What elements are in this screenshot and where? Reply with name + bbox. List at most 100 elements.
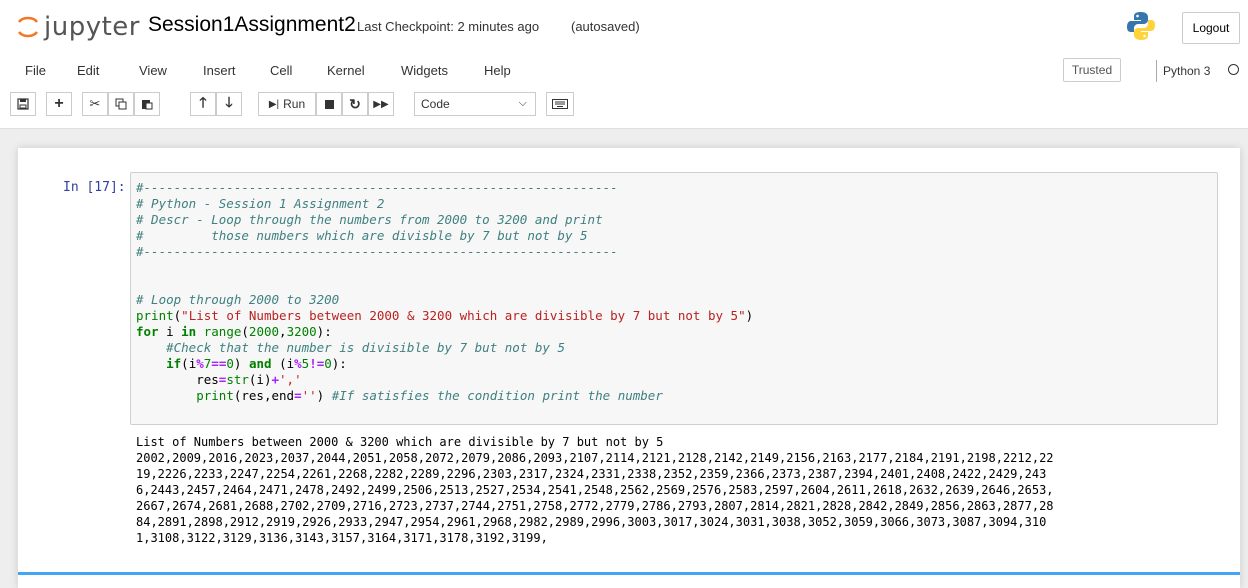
token-eq: == — [211, 356, 227, 371]
trusted-indicator[interactable]: Trusted — [1063, 58, 1121, 82]
input-prompt: In [17]: — [63, 180, 126, 195]
copy-button[interactable] — [108, 92, 134, 116]
token-print: print — [136, 308, 174, 323]
token-var: i — [158, 324, 182, 339]
token-ne: != — [309, 356, 325, 371]
output-line: 2002,2009,2016,2023,2037,2044,2051,2058,… — [136, 451, 1054, 465]
code-line-7: print("List of Numbers between 2000 & 32… — [136, 308, 754, 323]
token-range: range — [203, 324, 242, 339]
kernel-separator — [1156, 60, 1157, 82]
toolbar: + ✂ 🡑 🡓 ▶| Run ↻ ▶▶ Code ⌵ — [0, 92, 1248, 122]
token-print2: print — [196, 388, 234, 403]
insert-cell-button[interactable]: + — [46, 92, 72, 116]
output-line: 6,2443,2457,2464,2471,2478,2492,2499,250… — [136, 483, 1054, 497]
code-line-1: #---------------------------------------… — [136, 180, 618, 195]
cell-type-value: Code — [421, 97, 450, 111]
menu-insert[interactable]: Insert — [203, 63, 236, 78]
token-for: for — [136, 324, 159, 339]
output-line: 2667,2674,2681,2688,2702,2709,2716,2723,… — [136, 499, 1054, 513]
code-line-5: #---------------------------------------… — [136, 244, 618, 259]
token-assign2: = — [294, 388, 302, 403]
token-i1: (i — [181, 356, 197, 371]
code-line-12: print(res,end='') #If satisfies the cond… — [196, 388, 663, 403]
cell-type-select[interactable]: Code ⌵ — [414, 92, 536, 116]
restart-run-all-button[interactable]: ▶▶ — [368, 92, 394, 116]
token-str: str — [226, 372, 249, 387]
token-num-a: 2000 — [248, 324, 280, 339]
menu-file[interactable]: File — [25, 63, 46, 78]
output-line: 84,2891,2898,2912,2919,2926,2933,2947,29… — [136, 515, 1047, 529]
token-string: "List of Numbers between 2000 & 3200 whi… — [181, 308, 746, 323]
top-bar: jupyter Session1Assignment2 Last Checkpo… — [0, 0, 1248, 54]
code-line-6: # Loop through 2000 to 3200 — [136, 292, 340, 307]
logout-button[interactable]: Logout — [1182, 12, 1240, 44]
kernel-status-icon — [1228, 64, 1239, 75]
run-button[interactable]: ▶| Run — [258, 92, 316, 116]
menu-cell[interactable]: Cell — [270, 63, 292, 78]
output-header: List of Numbers between 2000 & 3200 whic… — [136, 435, 664, 449]
move-down-button[interactable]: 🡓 — [216, 92, 242, 116]
plus-icon: + — [54, 95, 64, 112]
logo-text: jupyter — [44, 12, 140, 42]
token-i2: (i — [279, 356, 295, 371]
token-empty-str: '' — [301, 388, 317, 403]
notebook-name[interactable]: Session1Assignment2 — [148, 13, 356, 37]
token-args: (res,end — [233, 388, 295, 403]
token-in: in — [181, 324, 197, 339]
command-palette-button[interactable] — [546, 92, 574, 116]
run-icon: ▶| — [268, 98, 280, 110]
autosave-status: (autosaved) — [571, 19, 640, 34]
code-line-2: # Python - Session 1 Assignment 2 — [136, 196, 385, 211]
save-icon — [17, 98, 29, 110]
restart-icon: ↻ — [349, 95, 361, 112]
token-mod2: % — [294, 356, 302, 371]
stop-icon — [324, 99, 334, 109]
run-label: Run — [283, 97, 306, 111]
move-up-button[interactable]: 🡑 — [190, 92, 216, 116]
arrow-up-icon: 🡑 — [199, 94, 207, 110]
menu-widgets[interactable]: Widgets — [401, 63, 448, 78]
cut-button[interactable]: ✂ — [82, 92, 108, 116]
code-line-4: # those numbers which are divisble by 7 … — [136, 228, 588, 243]
token-arg: (i) — [248, 372, 272, 387]
token-and: and — [248, 356, 272, 371]
menu-edit[interactable]: Edit — [77, 63, 99, 78]
header: jupyter Session1Assignment2 Last Checkpo… — [0, 0, 1248, 129]
menu-bar: File Edit View Insert Cell Kernel Widget… — [0, 54, 1248, 88]
python-logo-icon — [1127, 12, 1155, 40]
output-line: 19,2226,2233,2247,2254,2261,2268,2282,22… — [136, 467, 1047, 481]
interrupt-button[interactable] — [316, 92, 342, 116]
arrow-down-icon: 🡓 — [225, 94, 233, 110]
output-line: 1,3108,3122,3129,3136,3143,3157,3164,317… — [136, 531, 548, 545]
token-n0b: 0 — [324, 356, 332, 371]
token-mod1: % — [196, 356, 204, 371]
token-if: if — [166, 356, 182, 371]
token-num-b: 3200 — [286, 324, 317, 339]
copy-icon — [115, 98, 127, 110]
menu-kernel[interactable]: Kernel — [327, 63, 365, 78]
menu-view[interactable]: View — [139, 63, 167, 78]
token-n0a: 0 — [226, 356, 234, 371]
code-line-8: for i in range(2000,3200): — [136, 324, 332, 339]
jupyter-logo-icon — [17, 16, 39, 38]
code-line-10: if(i%7==0) and (i%5!=0): — [166, 356, 347, 371]
jupyter-logo[interactable]: jupyter — [16, 10, 140, 44]
code-line-11: res=str(i)+',' — [136, 372, 302, 388]
fast-forward-icon: ▶▶ — [373, 98, 389, 110]
keyboard-icon — [552, 99, 568, 109]
checkpoint-status: Last Checkpoint: 2 minutes ago — [357, 19, 540, 34]
menu-help[interactable]: Help — [484, 63, 511, 78]
token-res: res — [196, 372, 219, 387]
token-comment: #Check that the number is divisible by 7… — [166, 340, 565, 355]
chevron-down-icon: ⌵ — [518, 97, 527, 109]
paste-icon — [142, 100, 153, 110]
save-button[interactable] — [10, 92, 36, 116]
token-inline-comment: #If satisfies the condition print the nu… — [331, 388, 663, 403]
restart-button[interactable]: ↻ — [342, 92, 368, 116]
kernel-name[interactable]: Python 3 — [1163, 64, 1210, 78]
paste-button[interactable] — [134, 92, 160, 116]
scissors-icon: ✂ — [89, 96, 101, 111]
token-comma-str: ',' — [279, 372, 302, 387]
code-line-3: # Descr - Loop through the numbers from … — [136, 212, 603, 227]
code-line-9: #Check that the number is divisible by 7… — [136, 340, 565, 356]
